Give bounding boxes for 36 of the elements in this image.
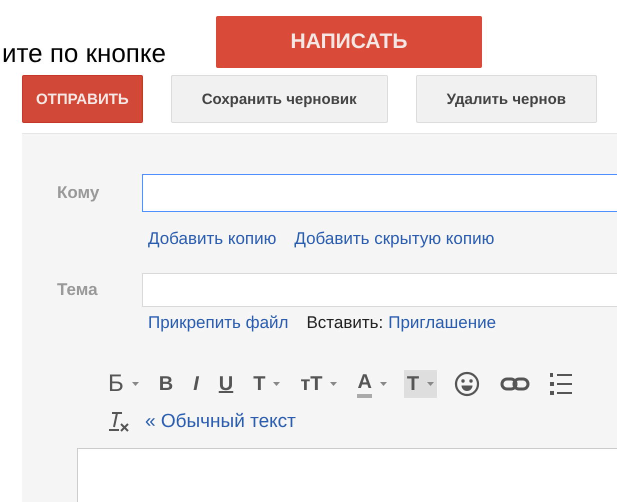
clear-formatting-icon <box>107 410 131 434</box>
subject-field[interactable] <box>142 273 617 307</box>
field-label: Тема <box>57 280 99 300</box>
format-glyph: T <box>406 372 420 396</box>
attach-file-link[interactable]: Прикрепить файл <box>148 313 288 333</box>
caret-icon <box>380 382 387 386</box>
recipient-field[interactable] <box>142 174 617 212</box>
insert-label: Вставить: <box>306 313 384 333</box>
format-tool-button[interactable]: I <box>190 370 202 398</box>
format-glyph: T <box>253 372 266 396</box>
caret-icon <box>132 382 139 386</box>
format-tool-button[interactable]: T <box>404 370 438 398</box>
format-tool-button[interactable]: тT <box>297 370 340 398</box>
compose-button[interactable]: НАПИСАТЬ <box>216 16 482 68</box>
message-body-field[interactable] <box>77 448 617 502</box>
invitation-link[interactable]: Приглашение <box>388 313 496 333</box>
field-label: Кому <box>57 183 100 203</box>
format-tool-button[interactable]: Б <box>105 370 142 398</box>
send-button[interactable]: ОТПРАВИТЬ <box>22 75 143 123</box>
caret-icon <box>330 382 338 386</box>
link-icon <box>500 377 530 391</box>
draft-button[interactable]: Сохранить черновик <box>170 75 388 123</box>
add-copy-link[interactable]: Добавить копию <box>148 229 276 249</box>
format-glyph: Б <box>108 372 124 396</box>
plain-text-link[interactable]: « Обычный текст <box>145 411 296 433</box>
draft-button[interactable]: Удалить чернов <box>416 75 597 123</box>
format-glyph: тT <box>300 372 322 396</box>
caret-icon <box>273 382 280 386</box>
instruction-text: ите по кнопке <box>2 38 166 68</box>
smiley-icon <box>454 371 480 397</box>
format-tool-button[interactable]: A <box>354 368 390 400</box>
caret-icon <box>427 382 434 386</box>
format-tool-button[interactable]: T <box>250 370 284 398</box>
add-copy-link[interactable]: Добавить скрытую копию <box>294 229 494 249</box>
format-glyph: I <box>193 372 199 396</box>
format-glyph: A <box>357 370 372 398</box>
